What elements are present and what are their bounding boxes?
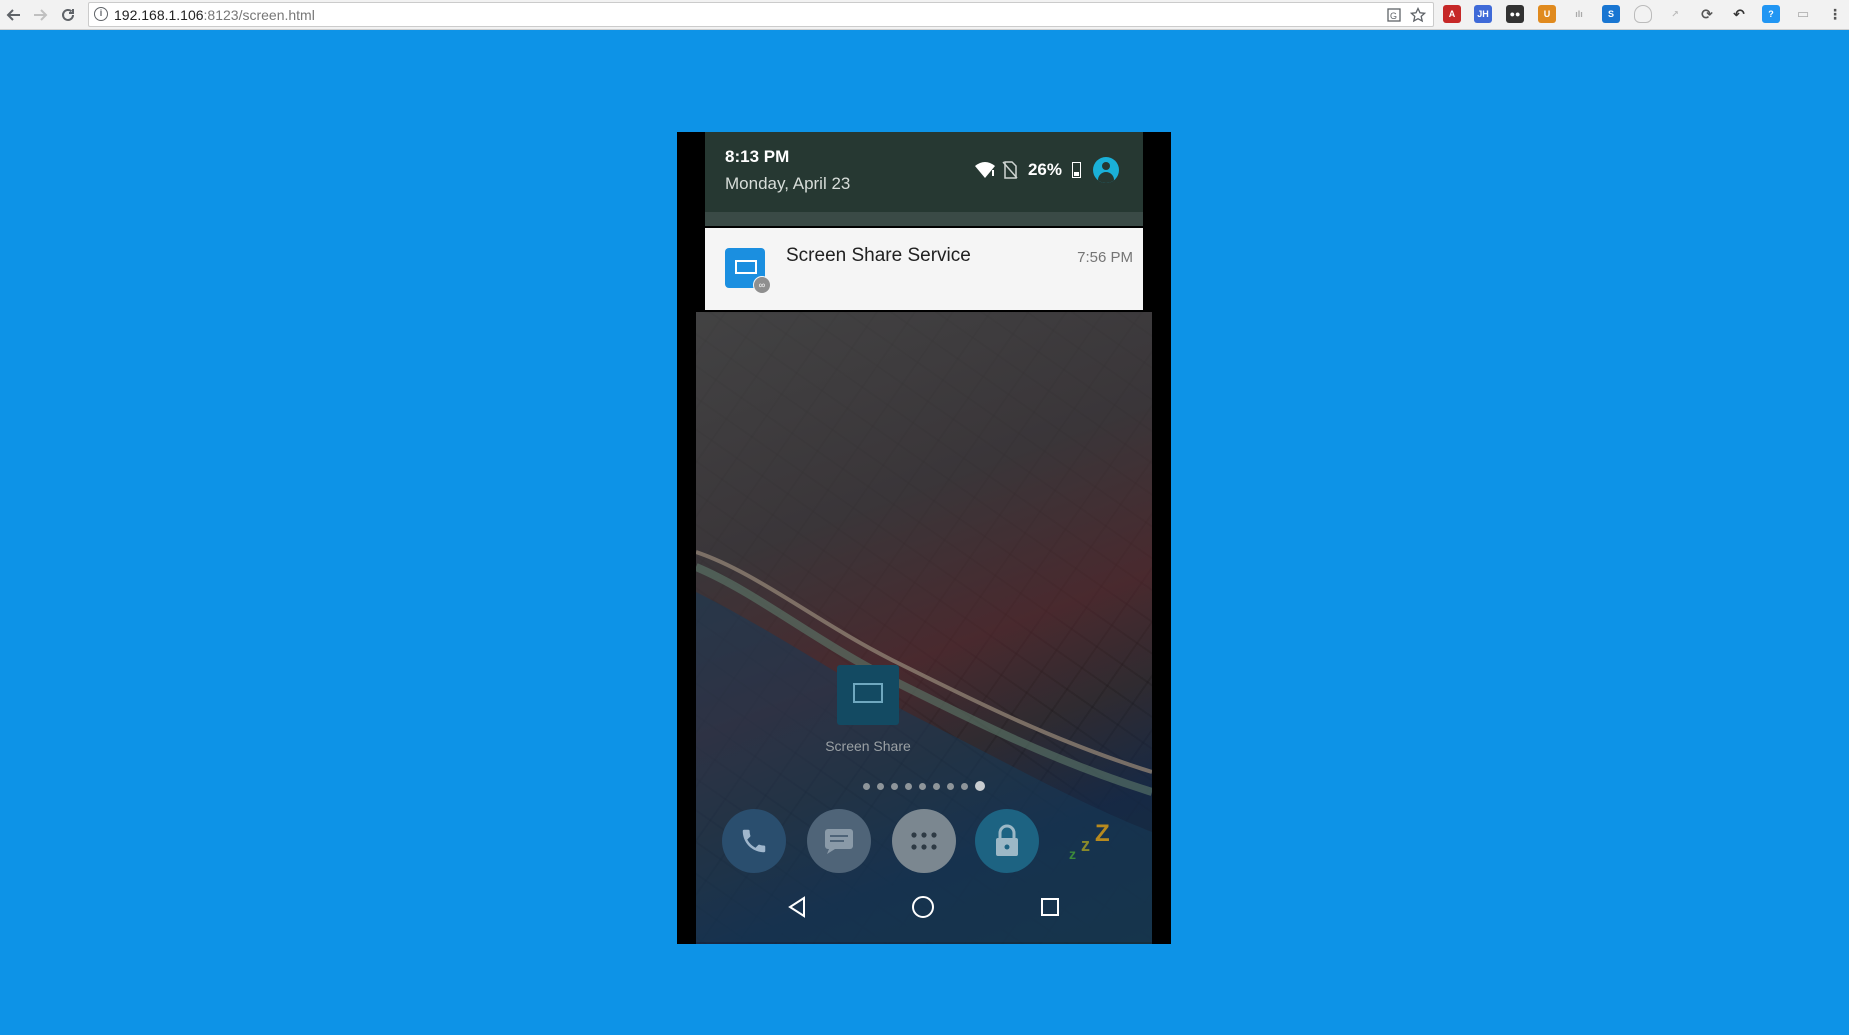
page-dot [933, 782, 940, 790]
acrobat-icon[interactable]: A [1443, 5, 1461, 23]
arrow-icon[interactable]: ↶ [1730, 5, 1748, 23]
browser-toolbar: i 192.168.1.106:8123/screen.html G A JH … [0, 0, 1849, 30]
page-dot [919, 782, 926, 790]
notification-card[interactable]: ∞ Screen Share Service 7:56 PM [705, 228, 1143, 310]
screen-share-app-icon[interactable] [837, 665, 899, 725]
page-dot [905, 782, 912, 790]
notification-time: 7:56 PM [1077, 249, 1133, 266]
user-avatar-icon[interactable] [1093, 157, 1119, 183]
generic-icon[interactable]: ılı [1570, 5, 1588, 23]
sleep-icon[interactable]: z z Z [1060, 809, 1124, 873]
address-bar[interactable]: i 192.168.1.106:8123/screen.html G [88, 2, 1434, 27]
url-text[interactable]: 192.168.1.106:8123/screen.html [114, 7, 315, 23]
phone-icon[interactable] [722, 809, 786, 873]
notification-title: Screen Share Service [786, 245, 971, 266]
page-dot [961, 782, 968, 790]
battery-percent: 26% [1027, 160, 1062, 179]
cursor-icon[interactable]: ↗ [1666, 5, 1684, 23]
shield-icon[interactable] [1634, 5, 1652, 23]
extension-icon[interactable]: U [1538, 5, 1556, 23]
url-path: :8123/screen.html [203, 7, 315, 23]
page-dot [877, 782, 884, 790]
reload-button[interactable] [56, 3, 80, 27]
home-nav-icon[interactable] [903, 892, 943, 922]
screen-icon-shape [853, 683, 883, 703]
jh-icon[interactable]: JH [1474, 5, 1492, 23]
wifi-icon [974, 162, 995, 178]
svg-text:G: G [1390, 11, 1397, 21]
app-label: Screen Share [825, 738, 911, 754]
lock-icon[interactable] [975, 809, 1039, 873]
app-drawer-icon[interactable] [892, 809, 956, 873]
menu-icon[interactable]: ⋮ [1826, 5, 1844, 23]
coastline-wallpaper-detail [696, 550, 1152, 942]
recents-nav-icon[interactable] [1030, 892, 1070, 922]
page-dot [891, 782, 898, 790]
forward-arrow-icon [34, 9, 48, 21]
back-arrow-icon [6, 9, 20, 21]
star-icon[interactable] [1409, 6, 1427, 24]
url-host: 192.168.1.106 [114, 7, 204, 23]
back-button[interactable] [2, 3, 26, 27]
reload-icon [62, 8, 74, 21]
page-dot [975, 781, 985, 791]
screen-icon[interactable]: S [1602, 5, 1620, 23]
page-dot [863, 782, 870, 790]
status-time: 8:13 PM [725, 147, 790, 166]
forward-button[interactable] [28, 3, 52, 27]
status-header[interactable]: 8:13 PM Monday, April 23 26% [705, 132, 1143, 212]
phone-screen: 8:13 PM Monday, April 23 26% ∞ Screen Sh… [677, 132, 1171, 944]
sync-icon[interactable]: ⟳ [1698, 5, 1716, 23]
status-date: Monday, April 23 [725, 174, 851, 193]
site-info-icon[interactable]: i [94, 7, 108, 21]
messages-icon[interactable] [807, 809, 871, 873]
no-sim-icon [1002, 161, 1018, 179]
incognito-icon[interactable]: ●● [1506, 5, 1524, 23]
battery-icon [1072, 162, 1081, 178]
google-search-peek [705, 212, 1143, 226]
svg-text:z: z [1069, 846, 1076, 862]
page-indicator [863, 780, 985, 792]
translate-icon[interactable]: G [1385, 6, 1403, 24]
doc-icon[interactable]: ? [1762, 5, 1780, 23]
chat-icon[interactable]: ▭ [1794, 5, 1812, 23]
back-nav-icon[interactable] [777, 892, 817, 922]
screen-icon-shape [735, 260, 757, 274]
svg-text:z: z [1081, 835, 1090, 855]
notification-badge: ∞ [753, 276, 771, 294]
status-icons: 26% [974, 157, 1119, 183]
page-dot [947, 782, 954, 790]
svg-text:Z: Z [1095, 820, 1110, 847]
